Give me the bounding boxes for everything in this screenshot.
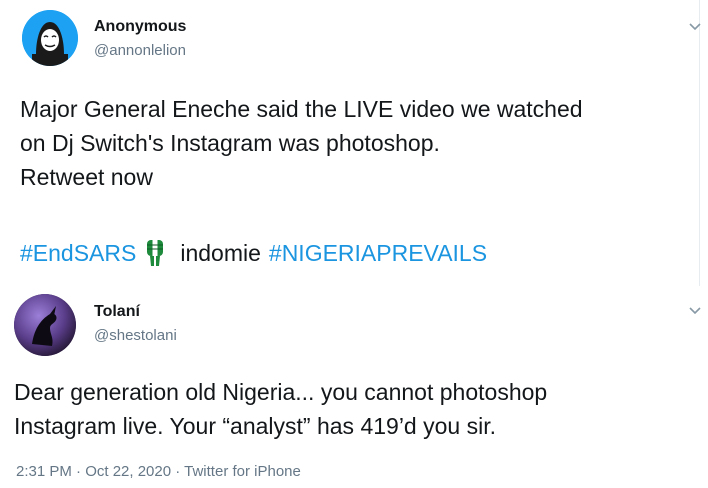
author-handle[interactable]: @annonlelion bbox=[94, 42, 186, 59]
author-name[interactable]: Tolaní bbox=[94, 303, 140, 321]
profile-photo-icon bbox=[14, 294, 76, 356]
hashtag-nigeriaprevails[interactable]: #NIGERIAPREVAILS bbox=[269, 236, 487, 270]
avatar[interactable] bbox=[14, 294, 76, 356]
chevron-down-icon[interactable] bbox=[686, 302, 704, 320]
hashtag-endsars[interactable]: #EndSARS bbox=[20, 236, 136, 270]
avatar[interactable] bbox=[22, 10, 78, 66]
plain-word: indomie bbox=[180, 240, 261, 266]
quoted-tweet: Anonymous @annonlelion Major General Ene… bbox=[0, 0, 708, 286]
anonymous-mask-icon bbox=[22, 10, 78, 66]
tweet-text: Dear generation old Nigeria... you canno… bbox=[14, 379, 548, 439]
raised-fist-green-white-icon bbox=[147, 240, 164, 266]
author-name[interactable]: Anonymous bbox=[94, 18, 186, 36]
tweet-timestamp[interactable]: 2:31 PM · Oct 22, 2020 · Twitter for iPh… bbox=[16, 463, 301, 480]
tweet-text: Major General Eneche said the LIVE video… bbox=[20, 96, 583, 190]
author-handle[interactable]: @shestolani bbox=[94, 327, 177, 344]
hashtag-line: #EndSARS indomie #NIGERIAPREVAILS bbox=[20, 236, 487, 270]
chevron-down-icon[interactable] bbox=[686, 18, 704, 36]
